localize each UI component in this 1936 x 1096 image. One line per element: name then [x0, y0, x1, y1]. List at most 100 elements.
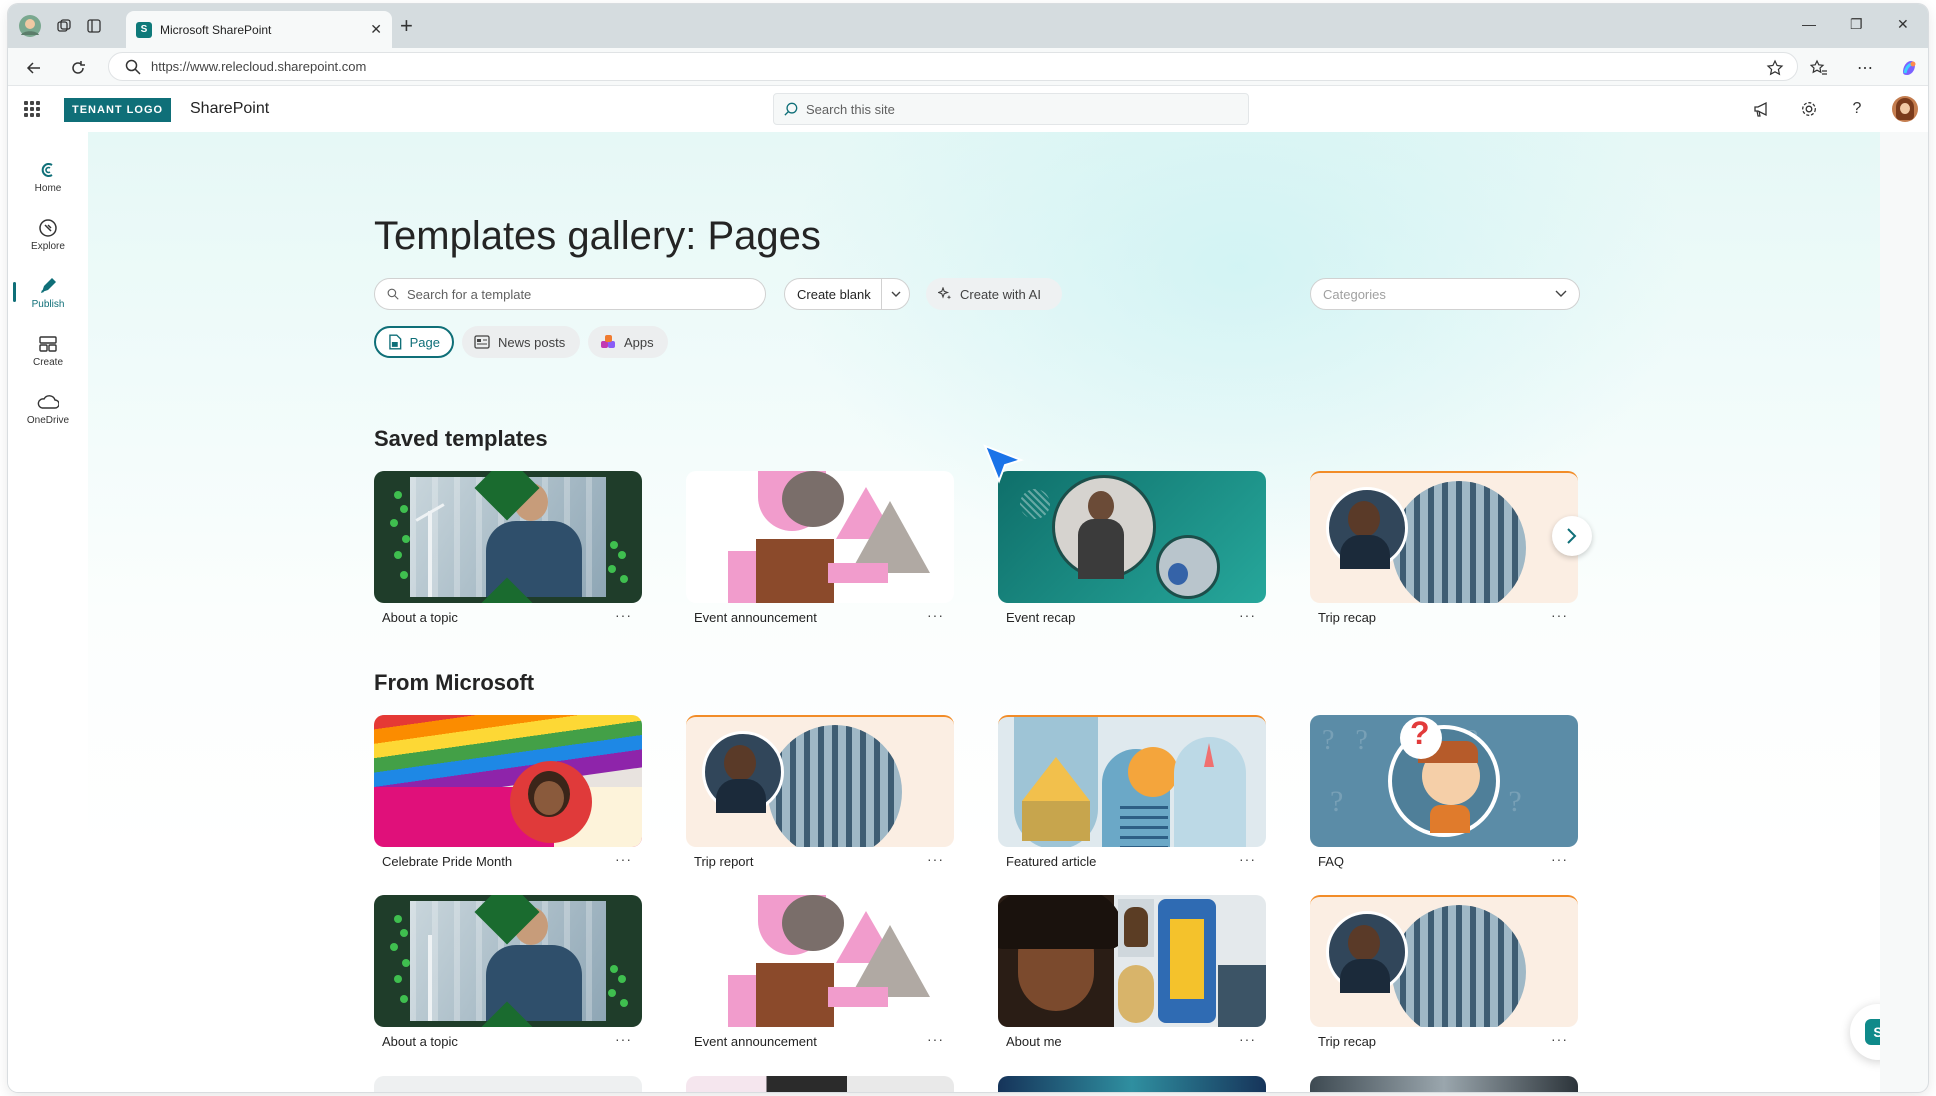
create-icon: [39, 336, 57, 352]
page-icon: [389, 334, 402, 350]
tab-strip: S Microsoft SharePoint ✕ + — ❐ ✕: [8, 4, 1928, 48]
template-card-partial[interactable]: [998, 1076, 1266, 1092]
browser-tab[interactable]: S Microsoft SharePoint ✕: [126, 11, 392, 48]
chip-label: Apps: [624, 334, 654, 350]
settings-gear-icon[interactable]: [1798, 98, 1820, 120]
browser-window: S Microsoft SharePoint ✕ + — ❐ ✕ https:/…: [8, 4, 1928, 1092]
rail-label-publish: Publish: [31, 299, 65, 310]
user-avatar[interactable]: [1892, 96, 1918, 122]
home-icon: [41, 163, 53, 177]
search-icon: [387, 288, 399, 300]
create-with-ai-label: Create with AI: [960, 286, 1041, 302]
publish-icon: [41, 278, 56, 293]
sharepoint-fab-button[interactable]: S 1: [1850, 1004, 1880, 1060]
refresh-button[interactable]: [66, 56, 90, 80]
more-options-icon[interactable]: ···: [1551, 851, 1568, 867]
template-card-about-topic[interactable]: About a topic ···: [374, 471, 642, 631]
more-options-icon[interactable]: ···: [615, 607, 632, 623]
more-options-icon[interactable]: ···: [1239, 607, 1256, 623]
more-options-icon[interactable]: ···: [615, 851, 632, 867]
chip-news-posts[interactable]: News posts: [462, 326, 580, 358]
template-thumbnail: [686, 895, 954, 1027]
site-search-input[interactable]: Search this site: [773, 93, 1249, 125]
template-card-partial[interactable]: [374, 1076, 642, 1092]
news-icon: [474, 335, 490, 349]
template-thumbnail: [1310, 895, 1578, 1027]
create-blank-button[interactable]: Create blank: [784, 278, 910, 310]
more-options-icon[interactable]: ···: [927, 851, 944, 867]
close-window-button[interactable]: ✕: [1897, 16, 1909, 33]
more-options-icon[interactable]: ⋯: [1854, 57, 1876, 79]
chip-page[interactable]: Page: [374, 326, 454, 358]
template-card-event-recap[interactable]: Event recap ···: [998, 471, 1266, 631]
explore-icon: [39, 219, 57, 237]
back-button[interactable]: [22, 56, 46, 80]
tenant-logo[interactable]: TENANT LOGO: [64, 98, 172, 122]
template-card-trip-report[interactable]: Trip report ···: [686, 715, 954, 875]
megaphone-icon[interactable]: [1750, 98, 1772, 120]
restore-button[interactable]: ❐: [1850, 16, 1863, 33]
template-card-about-topic-2[interactable]: About a topic ···: [374, 895, 642, 1055]
vertical-tabs-icon[interactable]: [80, 12, 108, 40]
mouse-cursor-icon: [981, 442, 1025, 491]
template-card-partial[interactable]: [1310, 1076, 1578, 1092]
rail-item-home[interactable]: Home: [8, 160, 88, 212]
rail-item-explore[interactable]: Explore: [8, 218, 88, 270]
template-thumbnail: [998, 471, 1266, 603]
template-name: About me: [1006, 1034, 1062, 1049]
more-options-icon[interactable]: ···: [927, 1031, 944, 1047]
new-tab-button[interactable]: +: [400, 15, 413, 37]
template-thumbnail: [374, 895, 642, 1027]
page-title: Templates gallery: Pages: [374, 214, 821, 258]
template-card-event-announcement[interactable]: Event announcement ···: [686, 471, 954, 631]
template-card-trip-recap-2[interactable]: Trip recap ···: [1310, 895, 1578, 1055]
chevron-down-icon[interactable]: [881, 279, 909, 309]
more-options-icon[interactable]: ···: [927, 607, 944, 623]
search-icon: [784, 102, 798, 116]
template-name: Event announcement: [694, 1034, 817, 1049]
more-options-icon[interactable]: ···: [1551, 1031, 1568, 1047]
close-tab-icon[interactable]: ✕: [370, 21, 382, 38]
template-card-partial[interactable]: [686, 1076, 954, 1092]
template-thumbnail: [374, 471, 642, 603]
template-search-input[interactable]: Search for a template: [374, 278, 766, 310]
rail-item-create[interactable]: Create: [8, 334, 88, 386]
template-card-event-announcement-2[interactable]: Event announcement ···: [686, 895, 954, 1055]
template-name: About a topic: [382, 610, 458, 625]
template-card-featured-article[interactable]: Featured article ···: [998, 715, 1266, 875]
rail-label-home: Home: [34, 183, 62, 194]
chip-apps[interactable]: Apps: [588, 326, 668, 358]
main-content: Templates gallery: Pages Search for a te…: [88, 132, 1880, 1092]
chip-label: Page: [409, 334, 440, 350]
address-bar[interactable]: https://www.relecloud.sharepoint.com: [108, 52, 1798, 81]
add-favorite-icon[interactable]: [1764, 57, 1786, 79]
more-options-icon[interactable]: ···: [615, 1031, 632, 1047]
app-bar: Home Explore Publish Create OneDrive: [8, 132, 88, 1092]
more-options-icon[interactable]: ···: [1239, 851, 1256, 867]
help-icon[interactable]: ?: [1846, 98, 1868, 120]
app-launcher-icon[interactable]: [24, 101, 40, 117]
template-thumbnail: [686, 471, 954, 603]
profile-avatar[interactable]: [16, 12, 44, 40]
more-options-icon[interactable]: ···: [1239, 1031, 1256, 1047]
favorites-icon[interactable]: [1808, 57, 1830, 79]
categories-dropdown[interactable]: Categories: [1310, 278, 1580, 310]
workspaces-icon[interactable]: [50, 12, 78, 40]
template-card-trip-recap[interactable]: Trip recap ···: [1310, 471, 1578, 631]
rail-item-publish[interactable]: Publish: [8, 276, 88, 328]
template-card-faq[interactable]: ? ? ? ? ? ? FAQ ···: [1310, 715, 1578, 875]
from-microsoft-heading: From Microsoft: [374, 670, 535, 695]
more-options-icon[interactable]: ···: [1551, 607, 1568, 623]
template-thumbnail: [998, 715, 1266, 847]
template-card-about-me[interactable]: About me ···: [998, 895, 1266, 1055]
copilot-icon[interactable]: [1898, 57, 1920, 79]
rail-item-onedrive[interactable]: OneDrive: [8, 392, 88, 444]
app-name[interactable]: SharePoint: [190, 100, 269, 118]
chevron-right-icon: [1567, 528, 1577, 544]
carousel-next-button[interactable]: [1552, 516, 1592, 556]
create-with-ai-button[interactable]: Create with AI: [926, 278, 1062, 310]
minimize-button[interactable]: —: [1802, 16, 1816, 32]
template-thumbnail: [1310, 471, 1578, 603]
template-name: Trip recap: [1318, 1034, 1377, 1049]
template-card-pride[interactable]: Celebrate Pride Month ···: [374, 715, 642, 875]
